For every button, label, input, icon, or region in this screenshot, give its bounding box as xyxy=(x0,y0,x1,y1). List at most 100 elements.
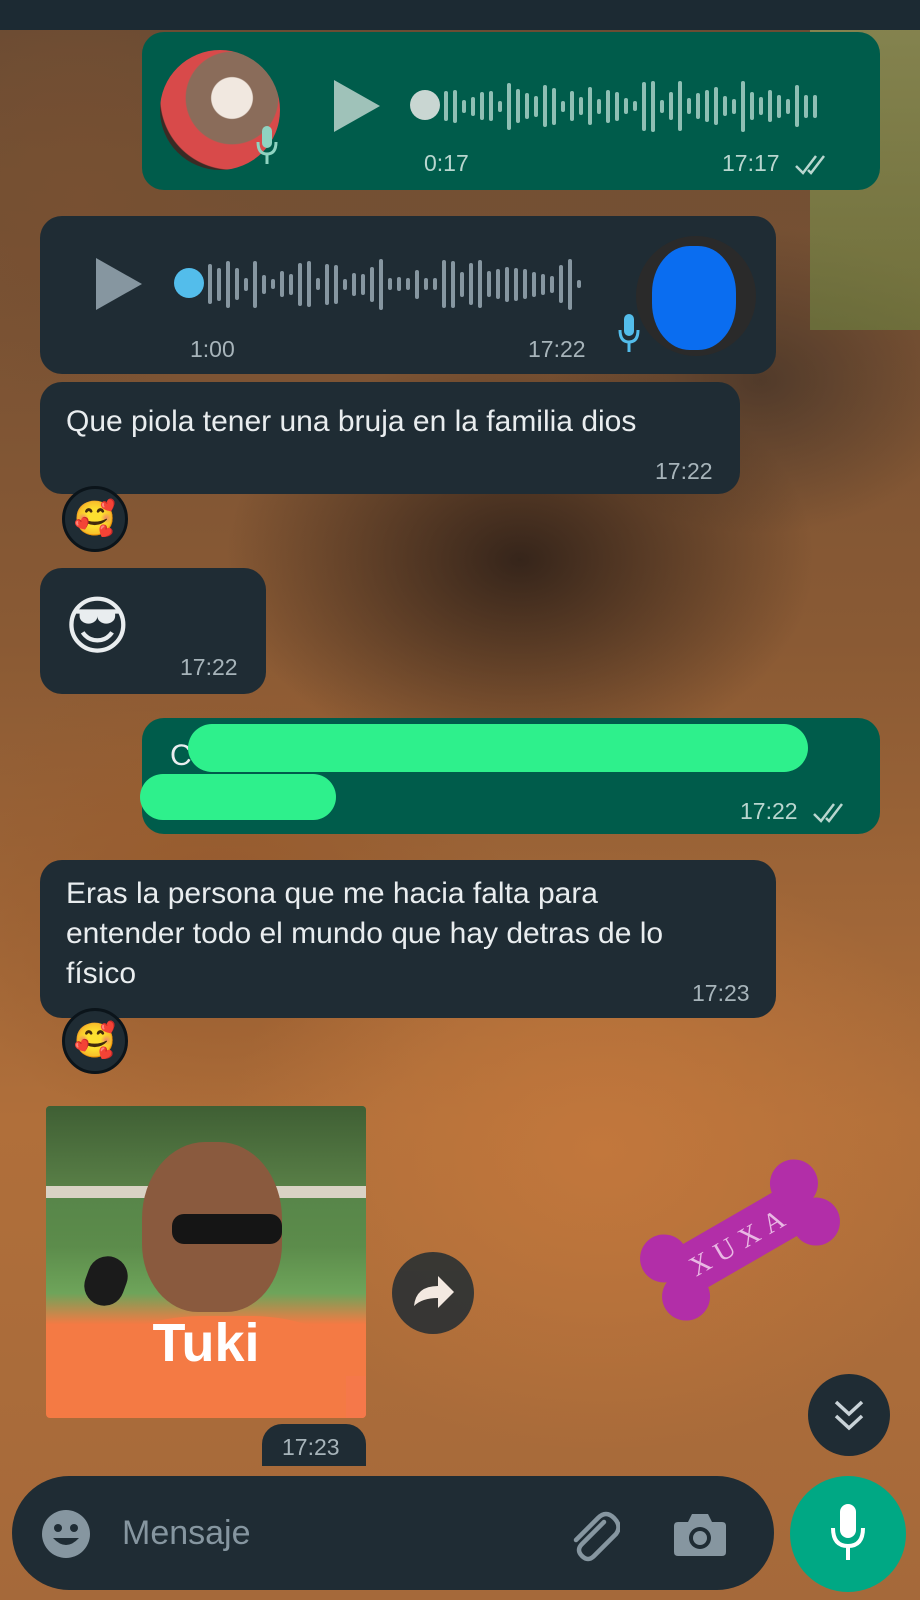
waveform-bar xyxy=(489,91,493,121)
waveform-bar xyxy=(633,101,637,111)
message-line-1: Eras la persona que me hacia falta para xyxy=(66,877,598,910)
waveform-bar xyxy=(262,274,266,294)
play-button[interactable] xyxy=(334,80,380,132)
read-ticks-icon xyxy=(813,803,843,823)
waveform-bar xyxy=(217,267,221,301)
message-line-3: físico xyxy=(66,957,137,990)
waveform-bar xyxy=(442,260,446,308)
message-input[interactable]: Mensaje xyxy=(122,1514,251,1553)
emoji-message-incoming[interactable]: 😎 17:22 xyxy=(40,568,266,694)
mic-icon xyxy=(256,126,278,164)
waveform-bar xyxy=(280,271,284,297)
waveform-bar xyxy=(606,89,610,123)
playback-position[interactable] xyxy=(174,268,204,298)
waveform-bar xyxy=(568,258,572,310)
waveform-bar xyxy=(577,280,581,288)
waveform-bar xyxy=(361,273,365,295)
waveform-bar xyxy=(561,100,565,112)
waveform-bar xyxy=(759,97,763,115)
waveform-bar xyxy=(651,80,655,132)
voice-message-incoming[interactable]: 1:00 17:22 xyxy=(40,216,776,374)
message-composer[interactable]: Mensaje xyxy=(12,1476,774,1590)
text-message-incoming[interactable]: Eras la persona que me hacia falta para … xyxy=(40,860,776,1018)
waveform-bar xyxy=(388,278,392,290)
waveform-bar xyxy=(559,265,563,303)
mic-icon xyxy=(618,314,640,352)
voice-waveform[interactable] xyxy=(208,254,581,314)
waveform-bar xyxy=(523,269,527,299)
waveform-bar xyxy=(552,87,556,125)
waveform-bar xyxy=(316,278,320,290)
reaction-badge[interactable]: 🥰 xyxy=(62,486,128,552)
waveform-bar xyxy=(424,278,428,290)
waveform-bar xyxy=(208,264,212,304)
emoji-icon[interactable] xyxy=(40,1508,92,1560)
waveform-bar xyxy=(325,263,329,305)
voice-duration: 1:00 xyxy=(190,336,235,362)
waveform-bar xyxy=(795,85,799,127)
waveform-bar xyxy=(352,272,356,296)
waveform-bar xyxy=(379,258,383,310)
text-message-incoming[interactable]: Que piola tener una bruja en la familia … xyxy=(40,382,740,494)
forward-icon xyxy=(414,1276,454,1308)
playback-position[interactable] xyxy=(410,90,440,120)
waveform-bar xyxy=(469,263,473,305)
waveform-bar xyxy=(669,92,673,120)
voice-record-button[interactable] xyxy=(790,1476,906,1592)
waveform-bar xyxy=(451,260,455,308)
waveform-bar xyxy=(460,271,464,297)
waveform-bar xyxy=(498,100,502,112)
scroll-to-bottom-button[interactable] xyxy=(808,1374,890,1456)
waveform-bar xyxy=(588,87,592,125)
voice-waveform[interactable] xyxy=(444,76,817,136)
camera-icon[interactable] xyxy=(672,1508,728,1558)
waveform-bar xyxy=(714,87,718,125)
redaction-mark xyxy=(188,724,808,772)
waveform-bar xyxy=(453,89,457,123)
attach-icon[interactable] xyxy=(564,1506,620,1562)
waveform-bar xyxy=(705,90,709,122)
waveform-bar xyxy=(516,89,520,123)
waveform-bar xyxy=(289,273,293,295)
sticker-watch xyxy=(78,1250,134,1312)
redaction-mark xyxy=(140,774,336,820)
waveform-bar xyxy=(550,275,554,293)
waveform-bar xyxy=(226,260,230,308)
message-time: 17:23 xyxy=(282,1434,340,1460)
waveform-bar xyxy=(487,271,491,297)
voice-duration: 0:17 xyxy=(424,150,469,176)
waveform-bar xyxy=(406,278,410,290)
message-time: 17:22 xyxy=(740,798,798,824)
sticker-sunglasses xyxy=(172,1214,282,1244)
collar-tag: XUXA xyxy=(640,1159,840,1321)
waveform-bar xyxy=(235,268,239,300)
waveform-bar xyxy=(541,273,545,295)
waveform-bar xyxy=(525,93,529,119)
forward-button[interactable] xyxy=(392,1252,474,1334)
waveform-bar xyxy=(579,97,583,115)
waveform-bar xyxy=(271,279,275,289)
waveform-bar xyxy=(687,98,691,114)
voice-message-outgoing[interactable]: 0:17 17:17 xyxy=(142,32,880,190)
waveform-bar xyxy=(660,99,664,113)
play-button[interactable] xyxy=(96,258,142,310)
waveform-bar xyxy=(696,93,700,119)
waveform-bar xyxy=(514,267,518,301)
sticker-caption: Tuki xyxy=(152,1313,260,1373)
waveform-bar xyxy=(471,96,475,116)
waveform-bar xyxy=(334,264,338,304)
top-bar xyxy=(0,0,920,30)
message-emoji: 😎 xyxy=(64,590,131,662)
waveform-bar xyxy=(415,269,419,299)
waveform-bar xyxy=(507,82,511,130)
reaction-badge[interactable]: 🥰 xyxy=(62,1008,128,1074)
waveform-bar xyxy=(624,98,628,114)
waveform-bar xyxy=(786,98,790,114)
waveform-bar xyxy=(298,262,302,306)
waveform-bar xyxy=(253,260,257,308)
waveform-bar xyxy=(777,94,781,118)
waveform-bar xyxy=(615,91,619,121)
sticker-message[interactable]: Tuki xyxy=(46,1106,366,1418)
waveform-bar xyxy=(642,81,646,131)
waveform-bar xyxy=(678,81,682,131)
